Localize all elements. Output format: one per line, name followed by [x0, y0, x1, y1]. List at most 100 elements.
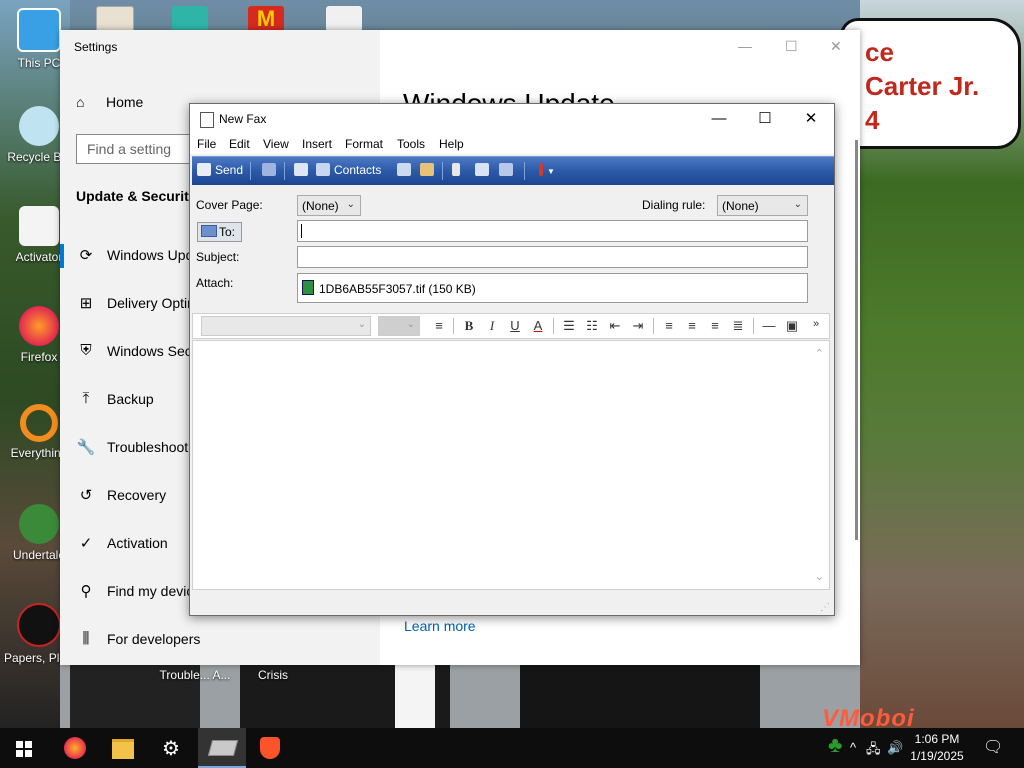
toolbar-overflow-icon[interactable]: » — [807, 318, 825, 330]
menu-tools[interactable]: Tools — [397, 137, 425, 151]
to-button[interactable]: To: — [197, 222, 242, 242]
people-button[interactable] — [420, 163, 438, 179]
backup-icon: ⤒ — [82, 390, 90, 407]
font-size-select[interactable]: ⌄ — [378, 316, 420, 336]
start-button[interactable] — [0, 728, 48, 768]
papers-please-icon — [17, 603, 61, 647]
desktop-icon-label[interactable]: Trouble... A... — [155, 668, 235, 682]
taskbar-fax-and-scan[interactable] — [198, 728, 246, 768]
taskbar: ⚙ ♣ ^ 🖧 🔊 1:06 PM 1/19/2025 🗨 — [0, 728, 1024, 768]
notifications-icon[interactable]: 🗨 — [983, 737, 1003, 757]
increase-indent-icon[interactable]: ⇥ — [629, 318, 647, 334]
address-book-icon — [201, 225, 217, 237]
folder-icon — [112, 739, 134, 759]
underline-icon[interactable]: U — [506, 318, 524, 333]
home-icon: ⌂ — [76, 94, 85, 110]
status-bar: ⋰ — [190, 594, 834, 615]
grid-button[interactable] — [397, 163, 415, 179]
menu-help[interactable]: Help — [439, 137, 464, 151]
tray-tree-icon[interactable]: ♣ — [828, 732, 842, 758]
menu-format[interactable]: Format — [345, 137, 383, 151]
send-button[interactable]: Send — [197, 163, 243, 179]
cover-page-select[interactable]: (None) ⌄ — [297, 195, 361, 216]
flag-icon — [539, 163, 543, 176]
taskbar-settings[interactable]: ⚙ — [148, 728, 196, 768]
fax-title: New Fax — [219, 112, 267, 126]
resize-grip-icon[interactable]: ⋰ — [820, 602, 830, 613]
minimize-button[interactable]: — — [696, 104, 742, 134]
attach-button[interactable] — [452, 163, 464, 179]
bold-icon[interactable]: B — [460, 318, 478, 334]
align-center-icon[interactable]: ≡ — [683, 318, 701, 333]
subject-input[interactable] — [297, 246, 808, 268]
close-button[interactable]: ✕ — [788, 104, 834, 134]
network-icon[interactable]: 🖧 — [866, 740, 881, 762]
maximize-button[interactable]: ☐ — [742, 104, 788, 134]
close-icon[interactable]: ✕ — [830, 38, 842, 55]
font-color-icon[interactable]: A — [529, 318, 547, 333]
fax-titlebar[interactable]: New Fax — ☐ ✕ — [190, 104, 834, 134]
nav-for-developers[interactable]: ⫼ For developers — [60, 620, 380, 660]
font-name-select[interactable]: ⌄ — [201, 316, 371, 336]
menu-edit[interactable]: Edit — [229, 137, 250, 151]
menu-insert[interactable]: Insert — [302, 137, 332, 151]
learn-more-link[interactable]: Learn more — [404, 618, 476, 634]
bullet-list-icon[interactable]: ☷ — [583, 318, 601, 334]
menu-view[interactable]: View — [263, 137, 289, 151]
volume-icon[interactable]: 🔊 — [887, 740, 903, 756]
system-clock[interactable]: 1:06 PM 1/19/2025 — [905, 731, 969, 765]
attachment-field[interactable]: 1DB6AB55F3057.tif (150 KB) — [297, 273, 808, 303]
shield-icon: ⛨ — [80, 342, 92, 359]
paperclip-icon — [452, 163, 460, 176]
chevron-down-icon: ⌄ — [346, 199, 355, 210]
chevron-down-icon: ⌄ — [357, 319, 366, 330]
decrease-indent-icon[interactable]: ⇤ — [606, 318, 624, 334]
cover-page-button[interactable] — [294, 163, 312, 179]
numbered-list-icon[interactable]: ☰ — [560, 318, 578, 334]
computer-icon — [17, 8, 61, 52]
align-left-icon[interactable]: ≡ — [660, 318, 678, 333]
wrench-icon: 🔧 — [76, 439, 96, 456]
taskbar-file-explorer[interactable] — [98, 728, 146, 768]
taskbar-firefox[interactable] — [50, 728, 98, 768]
taskbar-brave[interactable] — [246, 728, 294, 768]
scroll-down-icon[interactable]: ⌄ — [815, 570, 824, 583]
desktop-icon-partial[interactable] — [172, 6, 208, 32]
attachment-name[interactable]: 1DB6AB55F3057.tif (150 KB) — [319, 282, 476, 296]
scroll-up-icon[interactable]: ⌃ — [815, 347, 824, 360]
minimize-icon[interactable]: — — [738, 38, 752, 54]
cover-page-label: Cover Page: — [196, 198, 263, 212]
people-icon — [420, 163, 434, 176]
dialing-rule-select[interactable]: (None) ⌄ — [717, 195, 808, 216]
settings-home[interactable]: ⌂ Home — [76, 94, 143, 110]
desktop-icon-partial[interactable] — [326, 6, 362, 32]
chevron-up-icon[interactable]: ^ — [850, 740, 856, 755]
tif-file-icon — [302, 280, 314, 295]
paragraph-style-icon[interactable]: ≡ — [430, 318, 448, 333]
contacts-button[interactable]: Contacts — [316, 163, 381, 179]
recycle-bin-icon — [19, 106, 59, 146]
picture-icon — [475, 163, 489, 176]
scan-button[interactable] — [499, 163, 517, 179]
mcdonalds-icon[interactable]: M — [248, 6, 284, 32]
align-right-icon[interactable]: ≡ — [706, 318, 724, 333]
recovery-icon: ↺ — [79, 487, 93, 504]
insert-picture-button[interactable] — [475, 163, 493, 179]
to-input[interactable] — [297, 220, 808, 242]
save-button[interactable] — [262, 163, 280, 179]
fax-body-editor[interactable]: ⌃ ⌄ — [192, 340, 830, 590]
insert-image-icon[interactable]: ▣ — [783, 318, 801, 334]
text-cursor — [301, 224, 302, 238]
justify-icon[interactable]: ≣ — [729, 318, 747, 334]
fax-toolbar: Send Contacts ▼ — [192, 156, 834, 185]
horizontal-line-icon[interactable]: — — [760, 318, 778, 333]
italic-icon[interactable]: I — [483, 318, 501, 334]
desktop-icon-label[interactable]: Crisis — [238, 668, 308, 682]
menu-file[interactable]: File — [197, 137, 216, 151]
gear-icon: ⚙ — [162, 738, 180, 760]
watermark: VMoboi — [822, 705, 915, 728]
person-pin-icon: ⚲ — [80, 583, 92, 600]
maximize-icon[interactable]: ☐ — [785, 38, 798, 55]
more-button[interactable]: ▼ — [539, 163, 555, 179]
scrollbar[interactable] — [855, 140, 858, 540]
